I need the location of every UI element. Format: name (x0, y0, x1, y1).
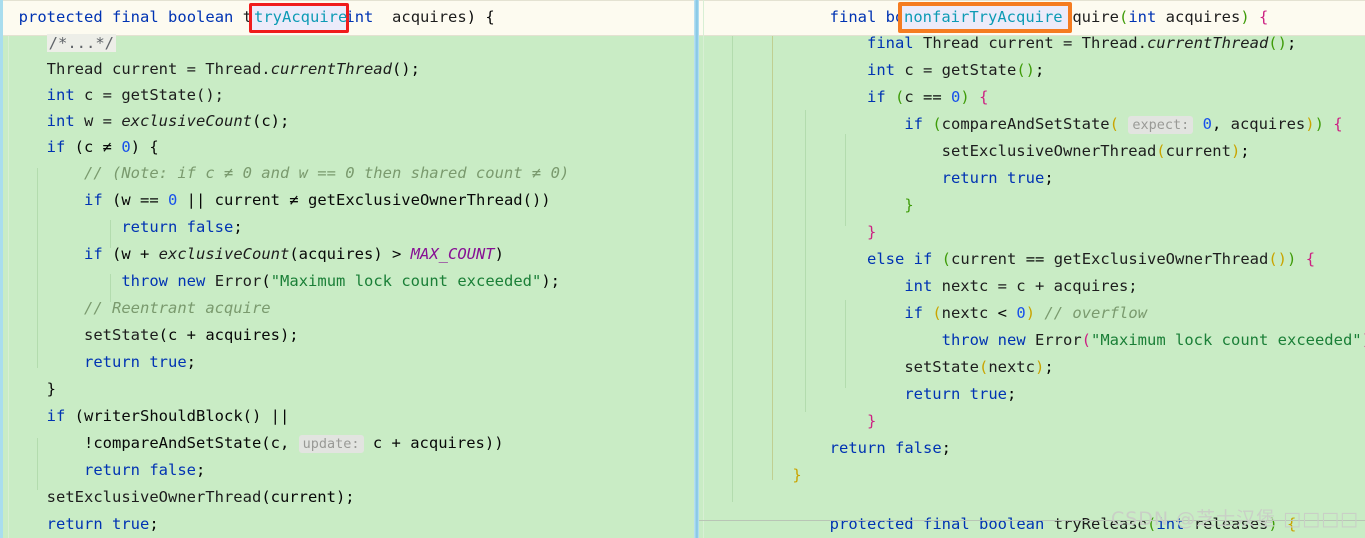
code-line: return true; (941, 169, 1054, 187)
code-line: if (c ≠ 0) { (46, 138, 159, 156)
code-line: final Thread current = Thread.currentThr… (866, 34, 1297, 52)
highlight-box-label: tryAcquire (254, 8, 348, 26)
code-line: else if (current == getExclusiveOwnerThr… (866, 250, 1316, 268)
code-line: if (writerShouldBlock() || (46, 407, 290, 425)
code-line: // Reentrant acquire (84, 299, 271, 317)
code-editor-right[interactable]: final boolean nonfairTryAcquire(int acqu… (699, 0, 1365, 538)
code-line: if (w + exclusiveCount(acquires) > MAX_C… (84, 245, 504, 263)
code-line: if (compareAndSetState( expect: 0, acqui… (904, 115, 1343, 134)
highlight-box-label: nonfairTryAcquire (904, 8, 1063, 26)
code-line: } (792, 466, 802, 484)
code-content-right: final boolean nonfairTryAcquire(int acqu… (699, 0, 1365, 538)
code-line: Thread current = Thread.currentThread(); (46, 60, 420, 78)
highlight-box-tryacquire: tryAcquire (249, 3, 349, 33)
code-line: throw new Error("Maximum lock count exce… (941, 331, 1365, 349)
code-line: setState(c + acquires); (84, 326, 299, 344)
code-line: return false; (829, 439, 952, 457)
code-content-left: protected final boolean tryAcquire(int a… (0, 0, 694, 538)
code-editor-left[interactable]: protected final boolean tryAcquire(int a… (0, 0, 694, 538)
csdn-watermark: CSDN @芝士汉堡 □□□□ (1110, 508, 1359, 530)
code-line: int nextc = c + acquires; (904, 277, 1138, 295)
code-line: } (46, 380, 57, 398)
code-line: return true; (84, 353, 197, 371)
code-line: return true; (904, 385, 1017, 403)
code-line: if (nextc < 0) // overflow (904, 304, 1148, 322)
code-line: return false; (121, 218, 243, 236)
code-line: } (866, 412, 877, 430)
highlight-box-nonfairtryacquire: nonfairTryAcquire (898, 2, 1072, 33)
code-line: setExclusiveOwnerThread(current); (941, 142, 1250, 160)
code-line: int w = exclusiveCount(c); (46, 112, 290, 130)
code-line: return false; (84, 461, 206, 479)
code-line: } (866, 223, 877, 241)
code-line: int c = getState(); (46, 86, 224, 104)
inlay-hint-update: update: (298, 435, 364, 453)
inlay-hint-expect: expect: (1128, 116, 1194, 134)
code-line: return true; (46, 515, 159, 533)
code-line: setState(nextc); (904, 358, 1054, 376)
code-line: if (c == 0) { (866, 88, 989, 106)
screenshot-root: protected final boolean tryAcquire(int a… (0, 0, 1365, 538)
code-line: int c = getState(); (866, 61, 1045, 79)
editor-left-edge-strip (0, 0, 3, 538)
code-line: // (Note: if c ≠ 0 and w == 0 then share… (84, 164, 570, 182)
code-line: !compareAndSetState(c, update: c + acqui… (84, 434, 504, 453)
code-line: throw new Error("Maximum lock count exce… (121, 272, 560, 290)
code-line: } (904, 196, 914, 214)
code-line: if (w == 0 || current ≠ getExclusiveOwne… (84, 191, 551, 209)
folded-code-placeholder[interactable]: /*...*/ (46, 34, 116, 52)
code-line: setExclusiveOwnerThread(current); (46, 488, 355, 506)
code-line: /*...*/ (0, 30, 694, 56)
